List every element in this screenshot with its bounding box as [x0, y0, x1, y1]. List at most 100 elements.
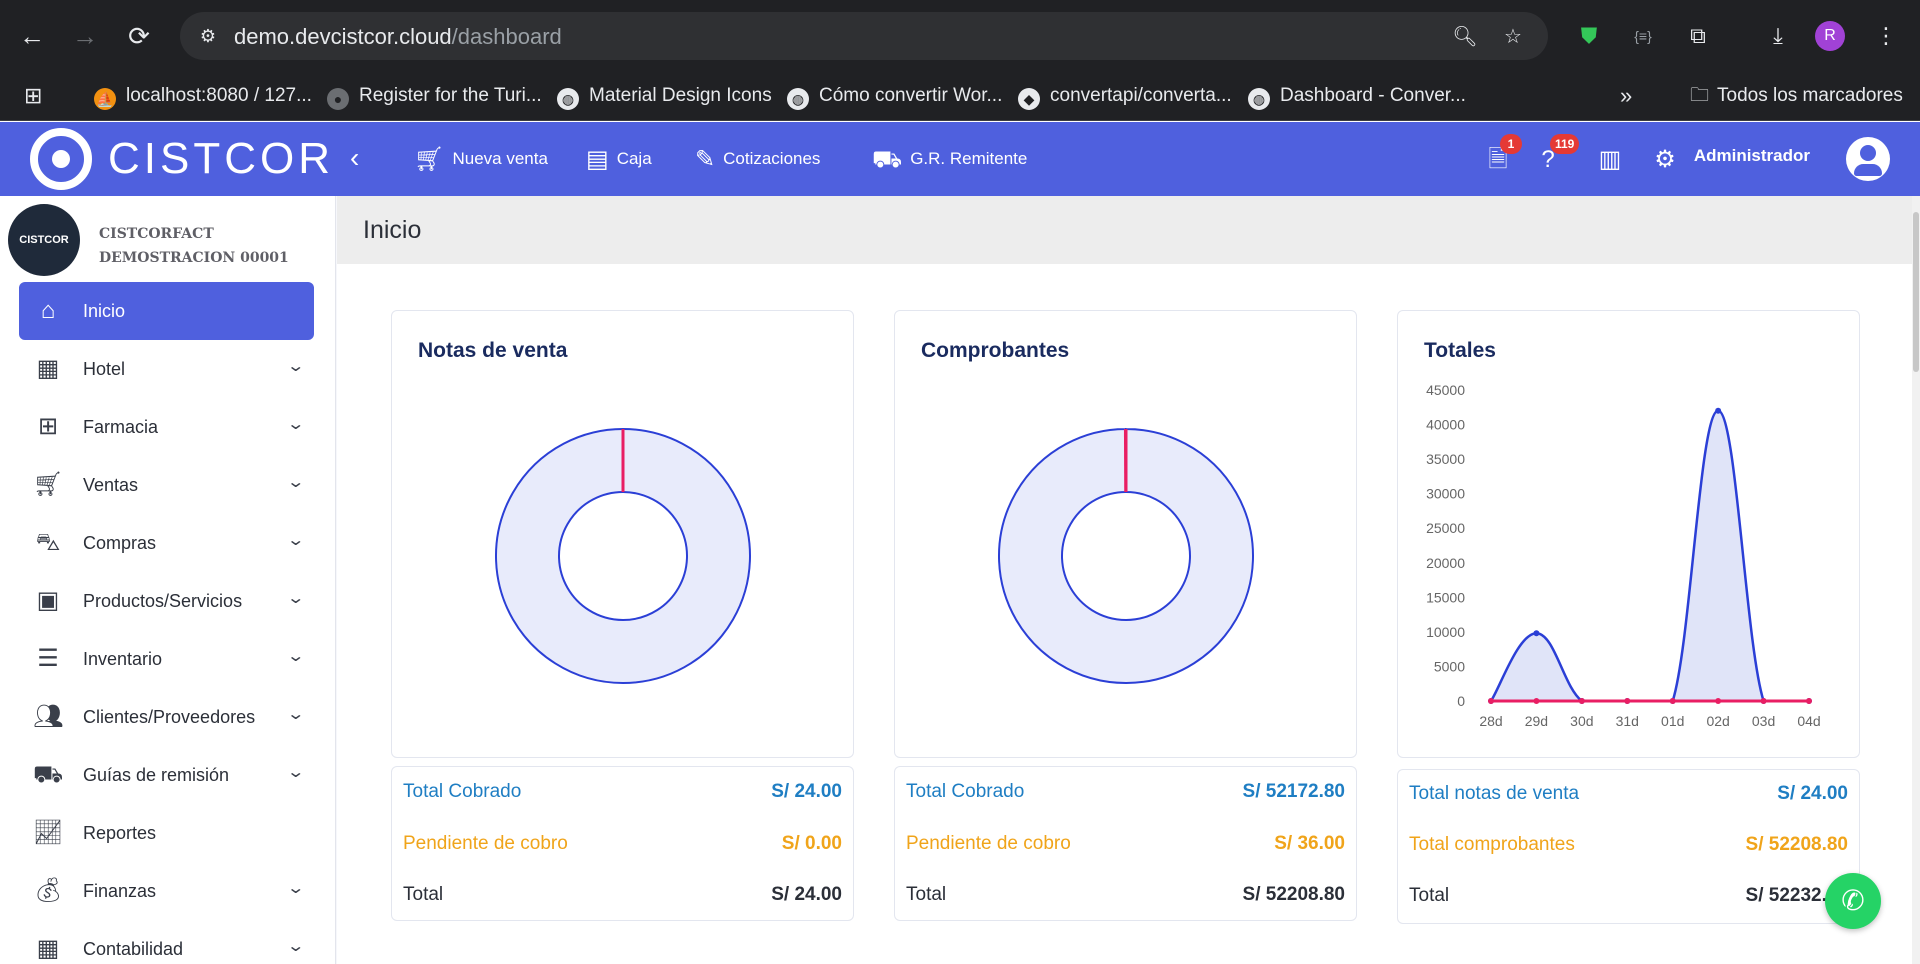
data-point[interactable]: [1669, 698, 1676, 704]
x-tick-label: 02d: [1706, 713, 1729, 729]
sidebar-item-label: Inicio: [83, 301, 126, 321]
bookmark-item[interactable]: ● Register for the Turi...: [327, 83, 542, 110]
sidebar-item-ventas[interactable]: 🛒︎ Ventas ⌄: [19, 456, 314, 514]
site-settings-icon[interactable]: ⚙: [196, 24, 220, 48]
bookmark-item[interactable]: ◍ Cómo convertir Wor...: [787, 83, 1002, 110]
data-point[interactable]: [1624, 698, 1631, 704]
all-bookmarks-label: Todos los marcadores: [1717, 85, 1903, 106]
whatsapp-icon[interactable]: ✆: [1825, 873, 1881, 929]
data-point[interactable]: [1806, 698, 1812, 704]
bookmark-label: Register for the Turi...: [359, 85, 542, 106]
download-icon[interactable]: ⤓: [1762, 20, 1794, 52]
sidebar-item-label: Productos/Servicios: [83, 591, 243, 611]
sidebar: CISTCOR CISTCORFACT DEMOSTRACION 00001 ⌂…: [0, 196, 336, 964]
browser-menu-icon[interactable]: ⋮: [1870, 20, 1902, 52]
x-tick-label: 28d: [1479, 713, 1502, 729]
address-bar[interactable]: ⚙ demo.devcistcor.cloud/dashboard 🔍︎ ☆: [180, 12, 1548, 60]
x-tick-label: 03d: [1752, 713, 1775, 729]
page-scrollbar[interactable]: [1912, 196, 1920, 964]
comprobantes-doughnut-chart: [997, 427, 1254, 684]
help-icon[interactable]: ? 119: [1532, 134, 1580, 176]
code-extension-icon[interactable]: {≡}: [1627, 20, 1659, 52]
sidebar-item-hotel[interactable]: ▦ Hotel ⌄: [19, 340, 314, 398]
data-point[interactable]: [1715, 407, 1722, 414]
cash-register-button[interactable]: ▤ Caja: [586, 144, 652, 174]
x-tick-label: 30d: [1570, 713, 1593, 729]
sidebar-item-clientes[interactable]: 👥︎ Clientes/Proveedores ⌄: [19, 688, 314, 746]
user-avatar-icon[interactable]: [1846, 137, 1890, 181]
y-tick-label: 25000: [1426, 520, 1465, 536]
sidebar-item-contabilidad[interactable]: ▦ Contabilidad ⌄: [19, 920, 314, 964]
extensions-puzzle-icon[interactable]: ⧉: [1682, 20, 1714, 52]
sidebar-item-farmacia[interactable]: ⊞ Farmacia ⌄: [19, 398, 314, 456]
chevron-down-icon: ⌄: [285, 590, 305, 607]
truck-icon: ⛟: [872, 146, 903, 173]
cash-register-label: Caja: [616, 149, 652, 168]
globe-icon: ◍: [1248, 88, 1270, 110]
bookmark-star-icon[interactable]: ☆: [1500, 24, 1526, 50]
sidebar-item-productos[interactable]: ▣ Productos/Servicios ⌄: [19, 572, 314, 630]
store-icon[interactable]: ▥: [1594, 144, 1626, 176]
reload-icon[interactable]: ⟳: [123, 20, 155, 52]
shield-extension-icon[interactable]: ⛊: [1573, 20, 1605, 52]
totales-summary-card: Total notas de venta S/ 24.00 Total compr…: [1397, 769, 1860, 924]
hotel-icon: ▦: [36, 355, 60, 382]
data-point[interactable]: [1533, 630, 1540, 637]
brand-logo[interactable]: CISTCOR: [0, 122, 336, 196]
bookmark-item[interactable]: ◆ convertapi/converta...: [1018, 83, 1232, 110]
sidebar-item-finanzas[interactable]: 💰︎ Finanzas ⌄: [19, 862, 314, 920]
bookmark-item[interactable]: ⛵ localhost:8080 / 127...: [94, 83, 312, 110]
data-point[interactable]: [1533, 698, 1540, 704]
bookmark-item[interactable]: ◍ Dashboard - Conver...: [1248, 83, 1466, 110]
user-name[interactable]: Administrador: [1694, 146, 1810, 166]
comprobantes-total-cobrado-row: Total Cobrado S/ 52172.80: [906, 777, 1345, 807]
row-label: Total comprobantes: [1409, 834, 1575, 855]
url-text[interactable]: demo.devcistcor.cloud/dashboard: [234, 24, 562, 50]
users-icon: 👥︎: [33, 703, 64, 730]
phpmyadmin-icon: ⛵: [94, 88, 116, 110]
quotes-button[interactable]: ✎ Cotizaciones: [695, 144, 820, 174]
back-arrow-icon[interactable]: ←: [16, 20, 48, 52]
row-value: S/ 52208.80: [1242, 884, 1345, 905]
scrollbar-thumb[interactable]: [1913, 212, 1919, 372]
sidebar-item-reportes[interactable]: 📈︎ Reportes: [19, 804, 314, 862]
all-bookmarks-folder[interactable]: 🗀 Todos los marcadores: [1690, 83, 1903, 109]
document-alert-icon[interactable]: 🗎 1: [1482, 134, 1522, 176]
sidebar-item-label: Inventario: [83, 649, 163, 669]
sidebar-item-label: Reportes: [83, 823, 157, 843]
home-icon: ⌂: [40, 297, 56, 324]
data-point[interactable]: [1578, 698, 1585, 704]
new-sale-button[interactable]: 🛒︎ Nueva venta: [414, 144, 548, 174]
sidebar-item-label: Farmacia: [83, 417, 159, 437]
sidebar-item-compras[interactable]: ⛍ Compras ⌄: [19, 514, 314, 572]
page-title: Inicio: [363, 216, 422, 244]
url-path: /dashboard: [451, 24, 562, 49]
sidebar-item-inicio[interactable]: ⌂ Inicio: [19, 282, 314, 340]
totales-area-chart: 0 5000 10000 15000 20000 25000 30000 35000 40000…: [1426, 382, 1821, 729]
cart-plus-icon: 🛒︎: [414, 146, 445, 173]
forward-arrow-icon[interactable]: →: [69, 20, 101, 52]
sidebar-item-label: Hotel: [83, 359, 126, 379]
company-logo: CISTCOR: [8, 204, 80, 276]
shipping-guide-label: G.R. Remitente: [910, 149, 1028, 168]
totales-comprobantes-row: Total comprobantes S/ 52208.80: [1409, 830, 1848, 860]
gear-icon[interactable]: ⚙: [1649, 144, 1681, 176]
chevron-down-icon: ⌄: [285, 416, 305, 433]
data-point[interactable]: [1715, 698, 1722, 704]
apps-grid-icon[interactable]: ⊞: [24, 83, 42, 109]
zoom-icon[interactable]: 🔍︎: [1452, 24, 1478, 50]
data-point[interactable]: [1488, 698, 1494, 704]
sidebar-item-label: Compras: [83, 533, 157, 553]
totales-notas-row: Total notas de venta S/ 24.00: [1409, 779, 1848, 809]
data-point[interactable]: [1760, 698, 1767, 704]
shipping-guide-button[interactable]: ⛟ G.R. Remitente: [872, 144, 1027, 174]
collapse-sidebar-chevron-icon[interactable]: ‹: [350, 142, 359, 174]
sidebar-item-guias[interactable]: ⛟ Guías de remisión ⌄: [19, 746, 314, 804]
bookmark-item[interactable]: ◍ Material Design Icons: [557, 83, 772, 110]
row-label: Pendiente de cobro: [403, 833, 568, 854]
notas-doughnut-chart: [495, 428, 751, 684]
more-bookmarks-icon[interactable]: »: [1620, 83, 1632, 109]
sidebar-item-inventario[interactable]: ☰ Inventario ⌄: [19, 630, 314, 688]
profile-avatar[interactable]: R: [1815, 21, 1845, 51]
y-tick-label: 35000: [1426, 451, 1465, 467]
